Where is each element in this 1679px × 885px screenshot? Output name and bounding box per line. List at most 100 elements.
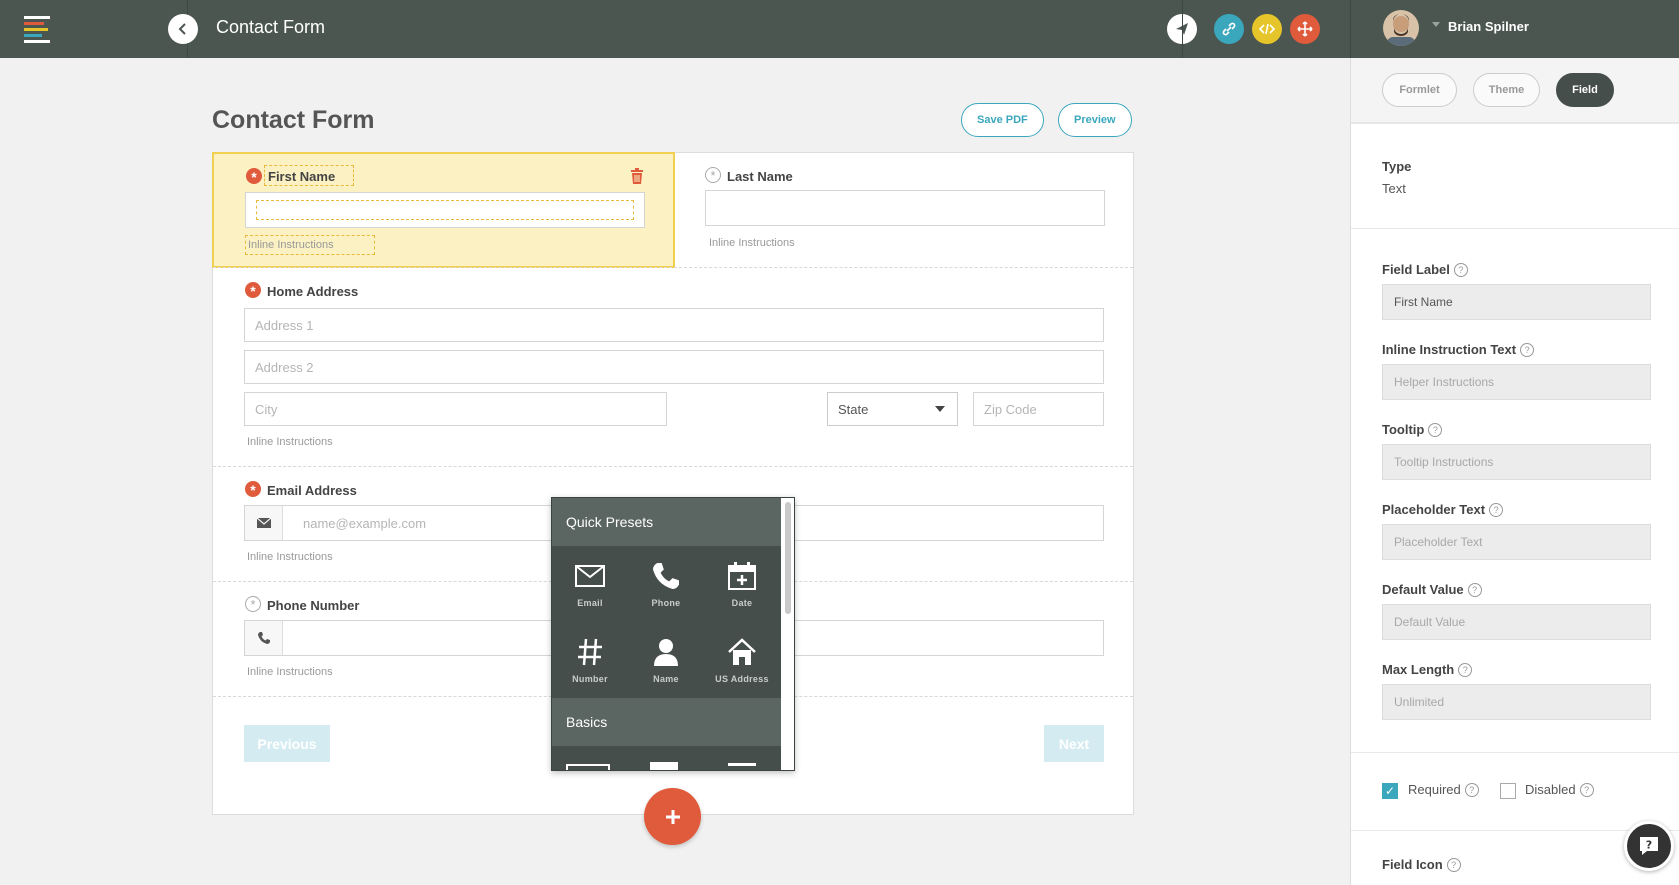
tooltip-input[interactable]: Tooltip Instructions: [1382, 444, 1651, 480]
field-picker-popup: Quick Presets Email Phone Date Number Na…: [551, 497, 795, 771]
menu-logo-icon[interactable]: [24, 16, 52, 43]
house-icon: [728, 638, 756, 665]
inline-instructions: Inline Instructions: [248, 239, 334, 251]
phone-icon: [653, 563, 679, 589]
field-label: Phone Number: [267, 598, 360, 613]
scrollbar-thumb[interactable]: [785, 502, 791, 614]
preview-button[interactable]: Preview: [1058, 103, 1132, 137]
help-icon[interactable]: ?: [1464, 782, 1479, 797]
max-length-heading: Max Length?: [1382, 662, 1473, 677]
preset-number[interactable]: Number: [552, 622, 628, 698]
zip-input[interactable]: Zip Code: [973, 392, 1104, 426]
max-length-input[interactable]: Unlimited: [1382, 684, 1651, 720]
address1-input[interactable]: Address 1: [244, 308, 1104, 342]
field-label: Email Address: [267, 483, 357, 498]
trash-icon[interactable]: [630, 168, 644, 184]
save-pdf-button[interactable]: Save PDF: [961, 103, 1044, 137]
help-chat-button[interactable]: ?: [1624, 821, 1674, 871]
field-label-input[interactable]: First Name: [1382, 284, 1651, 320]
inline-instructions: Inline Instructions: [247, 666, 333, 678]
disabled-label: Disabled?: [1525, 782, 1594, 797]
city-input[interactable]: City: [244, 392, 667, 426]
chevron-down-icon[interactable]: [1432, 22, 1440, 27]
move-button[interactable]: [1290, 14, 1320, 44]
hash-icon: [578, 638, 602, 666]
address2-input[interactable]: Address 2: [244, 350, 1104, 384]
section-divider: [1351, 123, 1679, 124]
popup-scrollbar[interactable]: [781, 498, 794, 770]
default-value-heading: Default Value?: [1382, 582, 1482, 597]
user-name[interactable]: Brian Spilner: [1448, 19, 1529, 34]
default-value-input[interactable]: Default Value: [1382, 604, 1651, 640]
basics-grid: [552, 746, 781, 770]
add-field-button[interactable]: [644, 788, 701, 845]
avatar[interactable]: [1383, 10, 1419, 46]
help-icon[interactable]: ?: [1453, 262, 1468, 277]
field-icon-heading: Field Icon?: [1382, 857, 1461, 872]
row-divider: [213, 466, 1133, 467]
preset-phone[interactable]: Phone: [628, 546, 704, 622]
plus-icon: [665, 809, 680, 824]
embed-code-button[interactable]: [1252, 14, 1282, 44]
type-label: Type: [1382, 159, 1412, 174]
help-icon[interactable]: ?: [1489, 502, 1504, 517]
section-divider: [1351, 752, 1679, 753]
preset-date[interactable]: Date: [704, 546, 780, 622]
code-icon: [1259, 23, 1275, 35]
required-asterisk-icon: *: [245, 282, 261, 299]
tab-formlet[interactable]: Formlet: [1382, 73, 1457, 107]
field-label: Home Address: [267, 284, 359, 299]
help-icon[interactable]: ?: [1520, 342, 1535, 357]
link-button[interactable]: [1214, 14, 1244, 44]
preset-us-address[interactable]: US Address: [704, 622, 780, 698]
back-button[interactable]: [168, 14, 198, 44]
help-icon[interactable]: ?: [1446, 857, 1461, 872]
page-title: Contact Form: [216, 17, 326, 37]
section-divider: [1351, 228, 1679, 229]
quick-presets-heading: Quick Presets: [552, 498, 781, 546]
divider: [1182, 0, 1183, 58]
text-field-icon[interactable]: [566, 764, 610, 770]
tab-field[interactable]: Field: [1556, 73, 1614, 107]
last-name-input[interactable]: [705, 190, 1105, 226]
question-bubble-icon: ?: [1640, 837, 1658, 855]
state-select-value: State: [838, 401, 869, 417]
help-icon[interactable]: ?: [1458, 662, 1473, 677]
first-name-input[interactable]: [245, 192, 645, 228]
help-icon[interactable]: ?: [1428, 422, 1443, 437]
preset-email[interactable]: Email: [552, 546, 628, 622]
divider-icon[interactable]: [728, 763, 756, 766]
paragraph-icon[interactable]: [650, 762, 678, 770]
required-asterisk-icon: *: [246, 168, 262, 185]
inline-instruction-heading: Inline Instruction Text?: [1382, 342, 1535, 357]
panel-tabs: Formlet Theme Field: [1351, 58, 1679, 123]
field-first-name-selected[interactable]: * First Name Inline Instructions: [212, 152, 675, 268]
optional-asterisk-icon: *: [705, 167, 721, 183]
required-label: Required?: [1408, 782, 1479, 797]
help-icon[interactable]: ?: [1579, 782, 1594, 797]
inline-instructions: Inline Instructions: [709, 237, 795, 249]
next-button[interactable]: Next: [1044, 725, 1104, 762]
previous-button[interactable]: Previous: [244, 725, 330, 762]
required-checkbox[interactable]: ✓: [1382, 783, 1398, 799]
person-icon: [654, 639, 678, 666]
optional-asterisk-icon: *: [245, 596, 261, 612]
back-arrow-icon: [178, 23, 186, 35]
state-select[interactable]: State: [827, 392, 958, 426]
placeholder-text-heading: Placeholder Text?: [1382, 502, 1504, 517]
tooltip-heading: Tooltip?: [1382, 422, 1443, 437]
form-title: Contact Form: [212, 106, 375, 134]
caret-down-icon: [935, 406, 945, 412]
disabled-checkbox[interactable]: [1500, 783, 1516, 799]
phone-icon: [245, 621, 283, 655]
preset-name[interactable]: Name: [628, 622, 704, 698]
presets-grid: Email Phone Date Number Name US Address: [552, 546, 781, 698]
inline-instruction-input[interactable]: Helper Instructions: [1382, 364, 1651, 400]
field-label: Last Name: [727, 169, 793, 184]
help-icon[interactable]: ?: [1467, 582, 1482, 597]
inline-instructions: Inline Instructions: [247, 551, 333, 563]
top-bar: Contact Form: [0, 0, 1350, 58]
placeholder-text-input[interactable]: Placeholder Text: [1382, 524, 1651, 560]
tab-theme[interactable]: Theme: [1473, 73, 1540, 107]
row-divider: [213, 267, 1133, 268]
